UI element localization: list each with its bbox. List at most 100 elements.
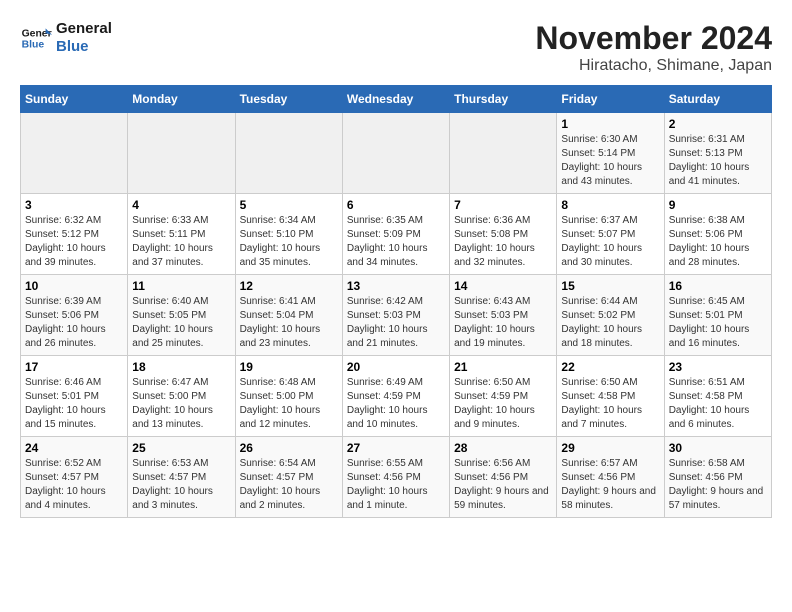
calendar-day (450, 113, 557, 194)
day-info: Sunrise: 6:55 AMSunset: 4:56 PMDaylight:… (347, 457, 445, 513)
calendar-day: 29Sunrise: 6:57 AMSunset: 4:56 PMDayligh… (557, 437, 664, 518)
day-info: Sunrise: 6:40 AMSunset: 5:05 PMDaylight:… (132, 295, 230, 351)
calendar-header: SundayMondayTuesdayWednesdayThursdayFrid… (21, 86, 772, 113)
day-number: 15 (561, 279, 659, 293)
day-info: Sunrise: 6:52 AMSunset: 4:57 PMDaylight:… (25, 457, 123, 513)
weekday-header: Tuesday (235, 86, 342, 113)
calendar-week: 24 Sunrise: 6:52 AMSunset: 4:57 PMDayligh… (21, 437, 772, 518)
day-number: 23 (669, 360, 767, 374)
calendar-week: 10Sunrise: 6:39 AMSunset: 5:06 PMDayligh… (21, 275, 772, 356)
day-info: Sunrise: 6:45 AMSunset: 5:01 PMDaylight:… (669, 295, 767, 351)
day-number: 19 (240, 360, 338, 374)
logo-line1: General (56, 20, 112, 38)
day-info: Sunrise: 6:58 AMSunset: 4:56 PMDaylight:… (669, 457, 767, 513)
day-number: 2 (669, 117, 767, 131)
calendar-day: 13Sunrise: 6:42 AMSunset: 5:03 PMDayligh… (342, 275, 449, 356)
day-info: Sunrise: 6:36 AMSunset: 5:08 PMDaylight:… (454, 214, 552, 270)
calendar-day: 11 Sunrise: 6:40 AMSunset: 5:05 PMDayligh… (128, 275, 235, 356)
day-info: Sunrise: 6:49 AMSunset: 4:59 PMDaylight:… (347, 376, 445, 432)
calendar-day: 12 Sunrise: 6:41 AMSunset: 5:04 PMDayligh… (235, 275, 342, 356)
calendar-week: 1Sunrise: 6:30 AMSunset: 5:14 PMDaylight… (21, 113, 772, 194)
day-number: 29 (561, 441, 659, 455)
calendar-day: 28 Sunrise: 6:56 AMSunset: 4:56 PMDayligh… (450, 437, 557, 518)
weekday-header: Thursday (450, 86, 557, 113)
day-info: Sunrise: 6:38 AMSunset: 5:06 PMDaylight:… (669, 214, 767, 270)
day-info: Sunrise: 6:50 AMSunset: 4:59 PMDaylight:… (454, 376, 552, 432)
day-number: 12 (240, 279, 338, 293)
day-info: Sunrise: 6:48 AMSunset: 5:00 PMDaylight:… (240, 376, 338, 432)
weekday-header: Monday (128, 86, 235, 113)
day-number: 11 (132, 279, 230, 293)
calendar-day: 20Sunrise: 6:49 AMSunset: 4:59 PMDayligh… (342, 356, 449, 437)
day-info: Sunrise: 6:30 AMSunset: 5:14 PMDaylight:… (561, 133, 659, 189)
calendar-day (342, 113, 449, 194)
svg-text:General: General (22, 28, 52, 39)
day-number: 7 (454, 198, 552, 212)
day-info: Sunrise: 6:47 AMSunset: 5:00 PMDaylight:… (132, 376, 230, 432)
calendar-day: 19 Sunrise: 6:48 AMSunset: 5:00 PMDayligh… (235, 356, 342, 437)
calendar-day: 16Sunrise: 6:45 AMSunset: 5:01 PMDayligh… (664, 275, 771, 356)
day-info: Sunrise: 6:31 AMSunset: 5:13 PMDaylight:… (669, 133, 767, 189)
page-header: General Blue General Blue November 2024 … (20, 20, 772, 75)
day-number: 25 (132, 441, 230, 455)
logo: General Blue General Blue (20, 20, 112, 56)
day-info: Sunrise: 6:53 AMSunset: 4:57 PMDaylight:… (132, 457, 230, 513)
day-info: Sunrise: 6:41 AMSunset: 5:04 PMDaylight:… (240, 295, 338, 351)
day-number: 3 (25, 198, 123, 212)
day-info: Sunrise: 6:56 AMSunset: 4:56 PMDaylight:… (454, 457, 552, 513)
calendar-day (128, 113, 235, 194)
day-number: 4 (132, 198, 230, 212)
day-info: Sunrise: 6:50 AMSunset: 4:58 PMDaylight:… (561, 376, 659, 432)
calendar-day: 27 Sunrise: 6:55 AMSunset: 4:56 PMDayligh… (342, 437, 449, 518)
calendar-day: 18 Sunrise: 6:47 AMSunset: 5:00 PMDayligh… (128, 356, 235, 437)
calendar-day: 14 Sunrise: 6:43 AMSunset: 5:03 PMDayligh… (450, 275, 557, 356)
day-info: Sunrise: 6:34 AMSunset: 5:10 PMDaylight:… (240, 214, 338, 270)
calendar-subtitle: Hiratacho, Shimane, Japan (535, 57, 772, 75)
day-info: Sunrise: 6:51 AMSunset: 4:58 PMDaylight:… (669, 376, 767, 432)
day-number: 22 (561, 360, 659, 374)
calendar-day: 7 Sunrise: 6:36 AMSunset: 5:08 PMDaylight… (450, 194, 557, 275)
svg-text:Blue: Blue (22, 40, 45, 51)
day-info: Sunrise: 6:37 AMSunset: 5:07 PMDaylight:… (561, 214, 659, 270)
calendar-day (21, 113, 128, 194)
calendar-day: 26Sunrise: 6:54 AMSunset: 4:57 PMDayligh… (235, 437, 342, 518)
day-number: 24 (25, 441, 123, 455)
calendar-body: 1Sunrise: 6:30 AMSunset: 5:14 PMDaylight… (21, 113, 772, 518)
calendar-day (235, 113, 342, 194)
day-number: 14 (454, 279, 552, 293)
day-info: Sunrise: 6:54 AMSunset: 4:57 PMDaylight:… (240, 457, 338, 513)
calendar-day: 17Sunrise: 6:46 AMSunset: 5:01 PMDayligh… (21, 356, 128, 437)
day-number: 18 (132, 360, 230, 374)
logo-icon: General Blue (20, 22, 52, 54)
day-number: 6 (347, 198, 445, 212)
calendar-day: 24 Sunrise: 6:52 AMSunset: 4:57 PMDayligh… (21, 437, 128, 518)
day-number: 9 (669, 198, 767, 212)
calendar-day: 8 Sunrise: 6:37 AMSunset: 5:07 PMDaylight… (557, 194, 664, 275)
day-number: 28 (454, 441, 552, 455)
day-number: 21 (454, 360, 552, 374)
day-number: 17 (25, 360, 123, 374)
calendar-day: 5Sunrise: 6:34 AMSunset: 5:10 PMDaylight… (235, 194, 342, 275)
day-number: 10 (25, 279, 123, 293)
calendar-day: 30 Sunrise: 6:58 AMSunset: 4:56 PMDayligh… (664, 437, 771, 518)
calendar-week: 3Sunrise: 6:32 AMSunset: 5:12 PMDaylight… (21, 194, 772, 275)
weekday-header: Sunday (21, 86, 128, 113)
calendar-day: 22 Sunrise: 6:50 AMSunset: 4:58 PMDayligh… (557, 356, 664, 437)
day-number: 13 (347, 279, 445, 293)
logo-line2: Blue (56, 38, 112, 56)
calendar-day: 15Sunrise: 6:44 AMSunset: 5:02 PMDayligh… (557, 275, 664, 356)
calendar-title: November 2024 (535, 20, 772, 57)
calendar-day: 4 Sunrise: 6:33 AMSunset: 5:11 PMDaylight… (128, 194, 235, 275)
day-info: Sunrise: 6:43 AMSunset: 5:03 PMDaylight:… (454, 295, 552, 351)
calendar-day: 10Sunrise: 6:39 AMSunset: 5:06 PMDayligh… (21, 275, 128, 356)
calendar-day: 23 Sunrise: 6:51 AMSunset: 4:58 PMDayligh… (664, 356, 771, 437)
day-number: 30 (669, 441, 767, 455)
day-number: 27 (347, 441, 445, 455)
title-block: November 2024 Hiratacho, Shimane, Japan (535, 20, 772, 75)
calendar-week: 17Sunrise: 6:46 AMSunset: 5:01 PMDayligh… (21, 356, 772, 437)
day-info: Sunrise: 6:35 AMSunset: 5:09 PMDaylight:… (347, 214, 445, 270)
day-info: Sunrise: 6:33 AMSunset: 5:11 PMDaylight:… (132, 214, 230, 270)
weekday-header: Wednesday (342, 86, 449, 113)
day-number: 8 (561, 198, 659, 212)
weekday-header: Saturday (664, 86, 771, 113)
